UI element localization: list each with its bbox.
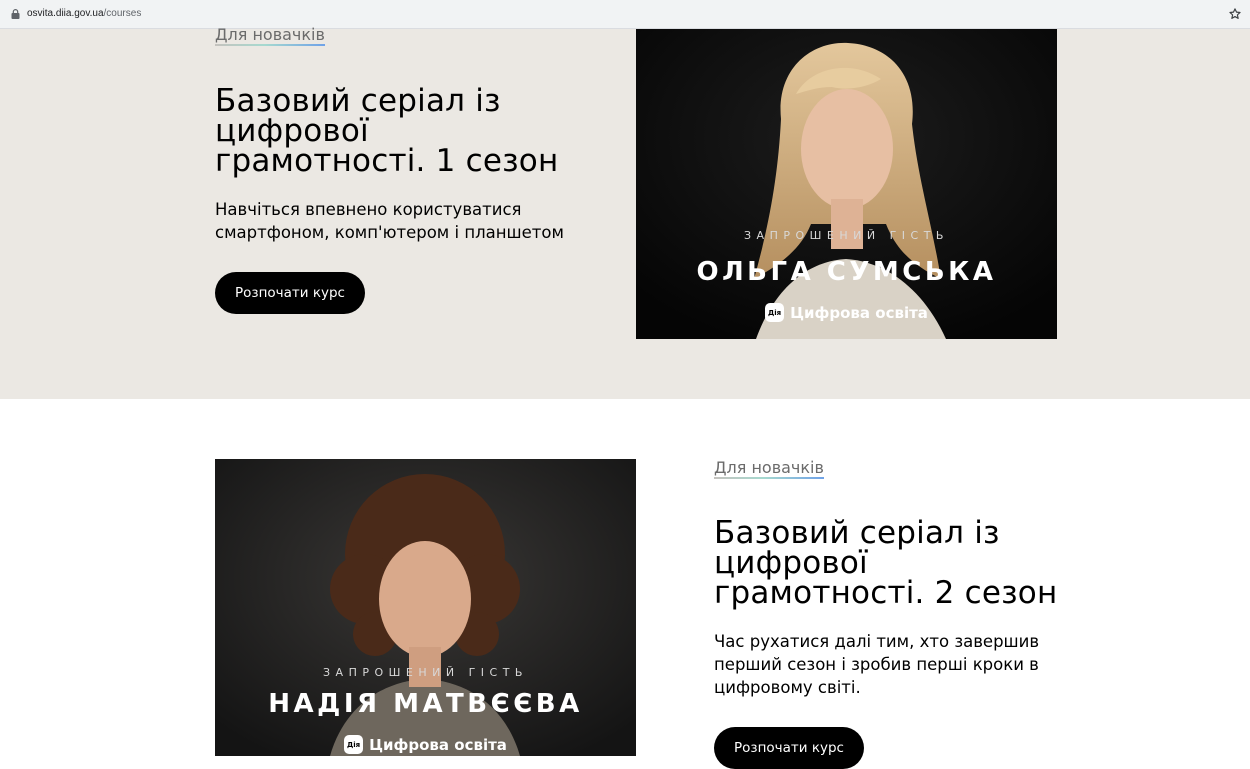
url-text[interactable]: osvita.diia.gov.ua/courses xyxy=(27,8,141,19)
course-tag: Для новачків xyxy=(215,25,325,44)
start-course-button[interactable]: Розпочати курс xyxy=(714,727,864,769)
diia-logo-icon: Дія xyxy=(765,303,785,322)
start-course-button[interactable]: Розпочати курс xyxy=(215,272,365,314)
course-title: Базовий серіал із цифрової грамотності. … xyxy=(714,515,1058,611)
course-cover-image[interactable]: ЗАПРОШЕНИЙ ГІСТЬ ОЛЬГА СУМСЬКА Дія Цифро… xyxy=(636,29,1057,339)
bookmark-star-icon[interactable] xyxy=(1228,7,1242,21)
brand-row: Дія Цифрова освіта xyxy=(636,303,1057,322)
brand-text: Цифрова освіта xyxy=(369,735,507,754)
tag-underline xyxy=(714,477,824,479)
guest-caption: ЗАПРОШЕНИЙ ГІСТЬ xyxy=(744,229,949,242)
tag-underline xyxy=(215,44,325,46)
course-tag: Для новачків xyxy=(714,458,824,477)
diia-logo-icon: Дія xyxy=(344,735,364,754)
browser-address-bar[interactable]: osvita.diia.gov.ua/courses xyxy=(0,0,1250,29)
course-section-1 xyxy=(0,29,1250,399)
url-domain: osvita.diia.gov.ua xyxy=(27,8,104,19)
guest-name: НАДІЯ МАТВЄЄВА xyxy=(268,689,583,719)
course-title: Базовий серіал із цифрової грамотності. … xyxy=(215,83,559,179)
guest-name: ОЛЬГА СУМСЬКА xyxy=(696,257,997,287)
guest-caption: ЗАПРОШЕНИЙ ГІСТЬ xyxy=(323,666,528,679)
url-path: /courses xyxy=(103,8,142,19)
lock-icon xyxy=(11,9,20,19)
guest-portrait xyxy=(636,29,1057,339)
brand-row: Дія Цифрова освіта xyxy=(215,735,636,754)
brand-text: Цифрова освіта xyxy=(790,303,928,322)
course-description: Час рухатися далі тим, хто завершив перш… xyxy=(714,632,1040,697)
course-cover-image[interactable]: ЗАПРОШЕНИЙ ГІСТЬ НАДІЯ МАТВЄЄВА Дія Цифр… xyxy=(215,459,636,756)
course-description: Навчіться впевнено користуватися смартфо… xyxy=(215,200,564,242)
